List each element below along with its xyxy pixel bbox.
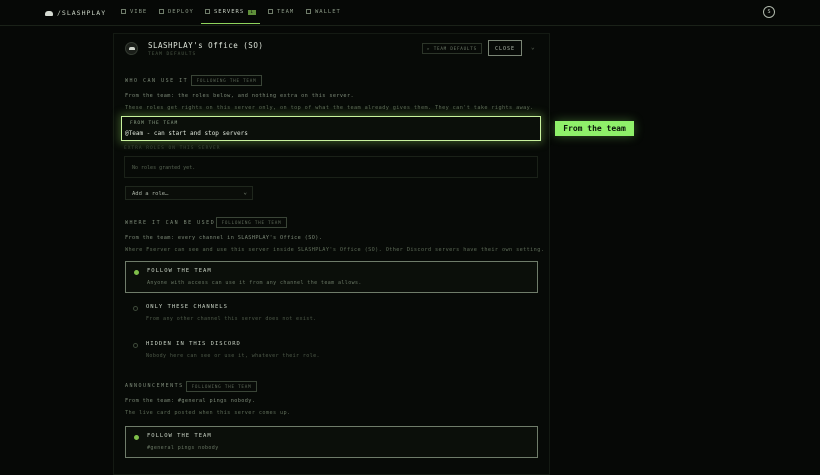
server-subtitle: TEAM DEFAULTS bbox=[148, 52, 197, 57]
team-icon bbox=[268, 9, 273, 14]
tab-servers[interactable]: SERVERS 1 bbox=[201, 9, 260, 24]
radio-selected-icon bbox=[134, 270, 139, 275]
where-option-follow-team[interactable]: FOLLOW THE TEAM Anyone with access can u… bbox=[125, 261, 538, 293]
extra-roles-label: EXTRA ROLES ON THIS SERVER bbox=[124, 146, 221, 151]
option-title: FOLLOW THE TEAM bbox=[147, 433, 212, 439]
who-line-1: From the team: the roles below, and noth… bbox=[125, 93, 355, 99]
tab-team[interactable]: TEAM bbox=[268, 9, 294, 15]
radio-icon bbox=[133, 343, 138, 348]
option-title: HIDDEN IN THIS DISCORD bbox=[146, 341, 241, 347]
from-team-label: FROM THE TEAM bbox=[130, 121, 179, 126]
radio-icon bbox=[133, 306, 138, 311]
slashplay-logo-icon bbox=[45, 10, 53, 16]
announce-line-2: The live card posted when this server co… bbox=[125, 410, 291, 416]
empty-roles-text: No roles granted yet. bbox=[132, 165, 196, 171]
from-team-callout: From the team bbox=[555, 121, 634, 136]
server-avatar bbox=[125, 42, 138, 55]
where-option-hidden[interactable]: HIDDEN IN THIS DISCORD Nobody here can s… bbox=[125, 335, 538, 367]
option-title: ONLY THESE CHANNELS bbox=[146, 304, 228, 310]
top-nav: /SLASHPLAY VIBE DEPLOY SERVERS 1 TEAM WAL… bbox=[0, 0, 820, 26]
deploy-icon bbox=[159, 9, 164, 14]
user-avatar-button[interactable]: S bbox=[763, 6, 775, 18]
tab-vibe[interactable]: VIBE bbox=[121, 9, 147, 15]
option-description: #general pings nobody bbox=[147, 445, 219, 451]
announce-section-label: ANNOUNCEMENTS bbox=[125, 383, 184, 389]
servers-icon bbox=[205, 9, 210, 14]
server-title: SLASHPLAY's Office (SO) bbox=[148, 41, 264, 50]
who-following-pill[interactable]: FOLLOWING THE TEAM bbox=[191, 75, 262, 86]
option-description: Anyone with access can use it from any c… bbox=[147, 280, 362, 286]
add-role-label: Add a role… bbox=[132, 191, 169, 197]
team-defaults-button[interactable]: ▸ TEAM DEFAULTS bbox=[422, 43, 482, 54]
close-button[interactable]: CLOSE bbox=[488, 40, 522, 56]
announce-option-follow-team[interactable]: FOLLOW THE TEAM #general pings nobody bbox=[125, 426, 538, 458]
wallet-icon bbox=[306, 9, 311, 14]
add-role-select[interactable]: Add a role… ⌄ bbox=[125, 186, 253, 200]
from-team-value: @Team - can start and stop servers bbox=[125, 130, 248, 137]
from-team-role-box: FROM THE TEAM @Team - can start and stop… bbox=[121, 116, 541, 141]
servers-count-badge: 1 bbox=[248, 10, 256, 15]
where-section-label: WHERE IT CAN BE USED bbox=[125, 220, 216, 226]
where-following-pill[interactable]: FOLLOWING THE TEAM bbox=[216, 217, 287, 228]
chevron-down-icon[interactable]: ⌄ bbox=[531, 44, 535, 51]
where-line-2: Where Fserver can see and use this serve… bbox=[125, 247, 545, 253]
tab-deploy[interactable]: DEPLOY bbox=[159, 9, 194, 15]
option-title: FOLLOW THE TEAM bbox=[147, 268, 212, 274]
brand[interactable]: /SLASHPLAY bbox=[45, 9, 106, 17]
where-line-1: From the team: every channel in SLASHPLA… bbox=[125, 235, 323, 241]
announce-line-1: From the team: #general pings nobody. bbox=[125, 398, 256, 404]
radio-selected-icon bbox=[134, 435, 139, 440]
where-option-only-channels[interactable]: ONLY THESE CHANNELS From any other chann… bbox=[125, 298, 538, 330]
vibe-icon bbox=[121, 9, 126, 14]
server-settings-panel bbox=[113, 33, 550, 475]
who-line-2: These roles get rights on this server on… bbox=[125, 105, 534, 111]
tab-wallet[interactable]: WALLET bbox=[306, 9, 341, 15]
brand-label: /SLASHPLAY bbox=[57, 9, 107, 17]
who-section-label: WHO CAN USE IT bbox=[125, 78, 189, 84]
extra-roles-list: No roles granted yet. bbox=[124, 156, 538, 178]
chevron-down-icon: ⌄ bbox=[243, 189, 247, 196]
option-description: From any other channel this server does … bbox=[146, 316, 317, 322]
option-description: Nobody here can see or use it, whatever … bbox=[146, 353, 320, 359]
announce-following-pill[interactable]: FOLLOWING THE TEAM bbox=[186, 381, 257, 392]
